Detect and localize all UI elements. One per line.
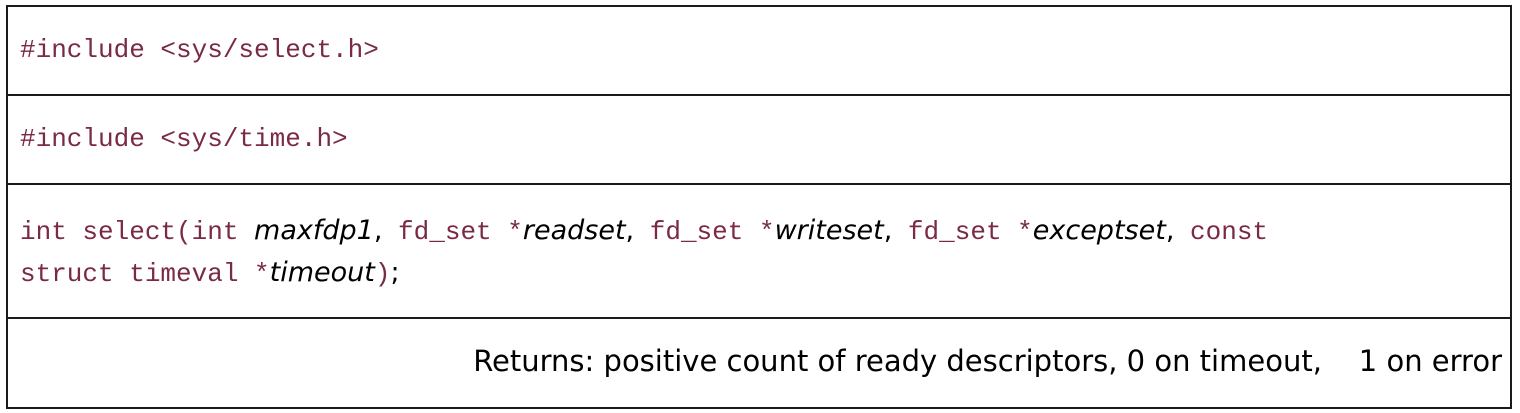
- comma: ,: [625, 215, 635, 246]
- code-int-select: int select(int: [20, 217, 255, 247]
- returns-row: Returns: positive count of ready descrip…: [8, 319, 1510, 407]
- code-fd-set: fd_set *: [634, 217, 775, 247]
- function-synopsis-box: #include <sys/select.h> #include <sys/ti…: [6, 5, 1512, 409]
- include-row-select: #include <sys/select.h>: [8, 7, 1510, 96]
- code-struct-timeval: struct timeval *: [20, 259, 270, 289]
- code-close-paren: ): [374, 259, 391, 289]
- prototype-line-2: struct timeval *timeout);: [20, 253, 1500, 295]
- include-row-time: #include <sys/time.h>: [8, 96, 1510, 185]
- include-time-h: #include <sys/time.h>: [20, 124, 348, 154]
- function-prototype: int select(int maxfdp1, fd_set *readset,…: [20, 211, 1500, 295]
- param-maxfdp1: maxfdp1: [254, 215, 374, 246]
- code-const: const: [1174, 217, 1269, 247]
- semicolon: ;: [390, 257, 400, 288]
- include-select-h: #include <sys/select.h>: [20, 35, 379, 65]
- code-fd-set: fd_set *: [892, 217, 1033, 247]
- param-exceptset: exceptset: [1032, 215, 1166, 246]
- param-timeout: timeout: [269, 257, 375, 288]
- returns-text: Returns: positive count of ready descrip…: [473, 344, 1502, 378]
- param-readset: readset: [522, 215, 626, 246]
- prototype-row: int select(int maxfdp1, fd_set *readset,…: [8, 185, 1510, 319]
- code-fd-set: fd_set *: [382, 217, 523, 247]
- param-writeset: writeset: [774, 215, 884, 246]
- prototype-line-1: int select(int maxfdp1, fd_set *readset,…: [20, 211, 1500, 253]
